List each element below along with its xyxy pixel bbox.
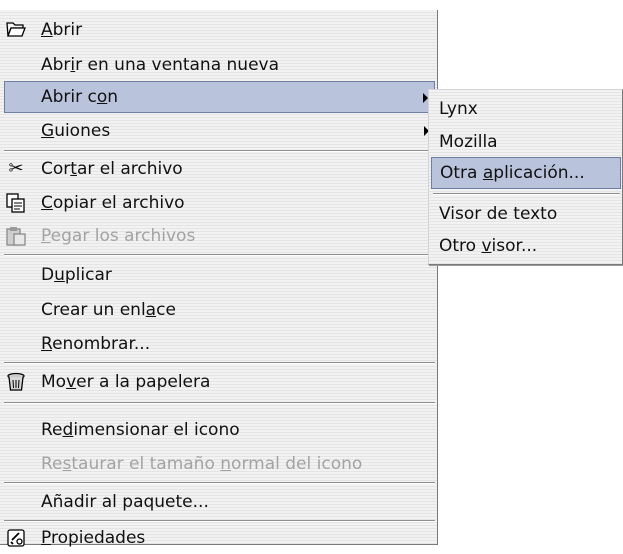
submenu-item-lynx[interactable]: Lynx (431, 93, 621, 125)
menu-item-move-to-trash-label: Mover a la papelera (41, 372, 211, 392)
menu-separator (4, 362, 435, 364)
menu-separator (4, 150, 435, 152)
properties-icon (6, 528, 26, 548)
menu-item-restore-icon-size-label: Restaurar el tamaño normal del icono (41, 454, 363, 474)
submenu-item-other-viewer-label: Otro visor... (439, 236, 538, 256)
copy-icon (6, 193, 26, 213)
context-menu: Abrir Abrir en una ventana nueva Abrir c… (0, 10, 438, 548)
menu-item-rename-label: Renombrar... (41, 334, 151, 354)
folder-open-icon (6, 20, 26, 40)
menu-item-open-label: Abrir (41, 20, 83, 40)
menu-item-make-link[interactable]: Crear un enlace (4, 294, 435, 326)
menu-item-open-with-label: Abrir con (41, 87, 119, 107)
menu-item-rename[interactable]: Renombrar... (4, 328, 435, 360)
menu-item-resize-icon[interactable]: Redimensionar el icono (4, 414, 435, 446)
submenu-item-lynx-label: Lynx (439, 99, 478, 119)
menu-item-paste[interactable]: Pegar los archivos (4, 220, 435, 252)
menu-item-open-new-window[interactable]: Abrir en una ventana nueva (4, 49, 435, 81)
menu-item-make-link-label: Crear un enlace (41, 300, 176, 320)
menu-item-paste-label: Pegar los archivos (41, 226, 196, 246)
submenu-item-mozilla-label: Mozilla (439, 132, 498, 152)
menu-item-properties[interactable]: Propiedades (4, 522, 435, 554)
submenu-item-text-viewer[interactable]: Visor de texto (431, 198, 621, 230)
menu-item-duplicate[interactable]: Duplicar (4, 259, 435, 291)
menu-item-cut-label: Cortar el archivo (41, 159, 183, 179)
menu-item-open[interactable]: Abrir (4, 14, 435, 46)
menu-separator (4, 482, 435, 484)
menu-item-resize-icon-label: Redimensionar el icono (41, 420, 240, 440)
submenu-item-mozilla[interactable]: Mozilla (431, 126, 621, 158)
open-with-submenu: Lynx Mozilla Otra aplicación... Visor de… (428, 89, 623, 265)
menu-item-open-new-window-label: Abrir en una ventana nueva (41, 55, 280, 75)
submenu-item-other-application[interactable]: Otra aplicación... (431, 157, 621, 189)
menu-item-restore-icon-size[interactable]: Restaurar el tamaño normal del icono (4, 448, 435, 480)
submenu-item-text-viewer-label: Visor de texto (439, 204, 558, 224)
menu-item-copy-label: Copiar el archivo (41, 193, 185, 213)
clipboard-icon (6, 226, 26, 246)
submenu-item-other-viewer[interactable]: Otro visor... (431, 230, 621, 262)
menu-item-properties-label: Propiedades (41, 528, 146, 548)
menu-separator (4, 254, 435, 256)
submenu-item-other-application-label: Otra aplicación... (440, 163, 585, 183)
menu-item-add-to-package-label: Añadir al paquete... (41, 492, 209, 512)
menu-item-open-with[interactable]: Abrir con (4, 81, 435, 113)
menu-item-duplicate-label: Duplicar (41, 265, 112, 285)
menu-item-move-to-trash[interactable]: Mover a la papelera (4, 366, 435, 398)
menu-item-copy[interactable]: Copiar el archivo (4, 187, 435, 219)
menu-item-add-to-package[interactable]: Añadir al paquete... (4, 486, 435, 518)
trash-icon (6, 372, 26, 392)
menu-item-scripts[interactable]: Guiones (4, 115, 435, 147)
scissors-icon: ✂ (8, 158, 24, 179)
submenu-separator (433, 193, 620, 195)
menu-item-scripts-label: Guiones (41, 121, 111, 141)
menu-item-cut[interactable]: ✂ Cortar el archivo (4, 153, 435, 185)
menu-separator (4, 402, 435, 404)
